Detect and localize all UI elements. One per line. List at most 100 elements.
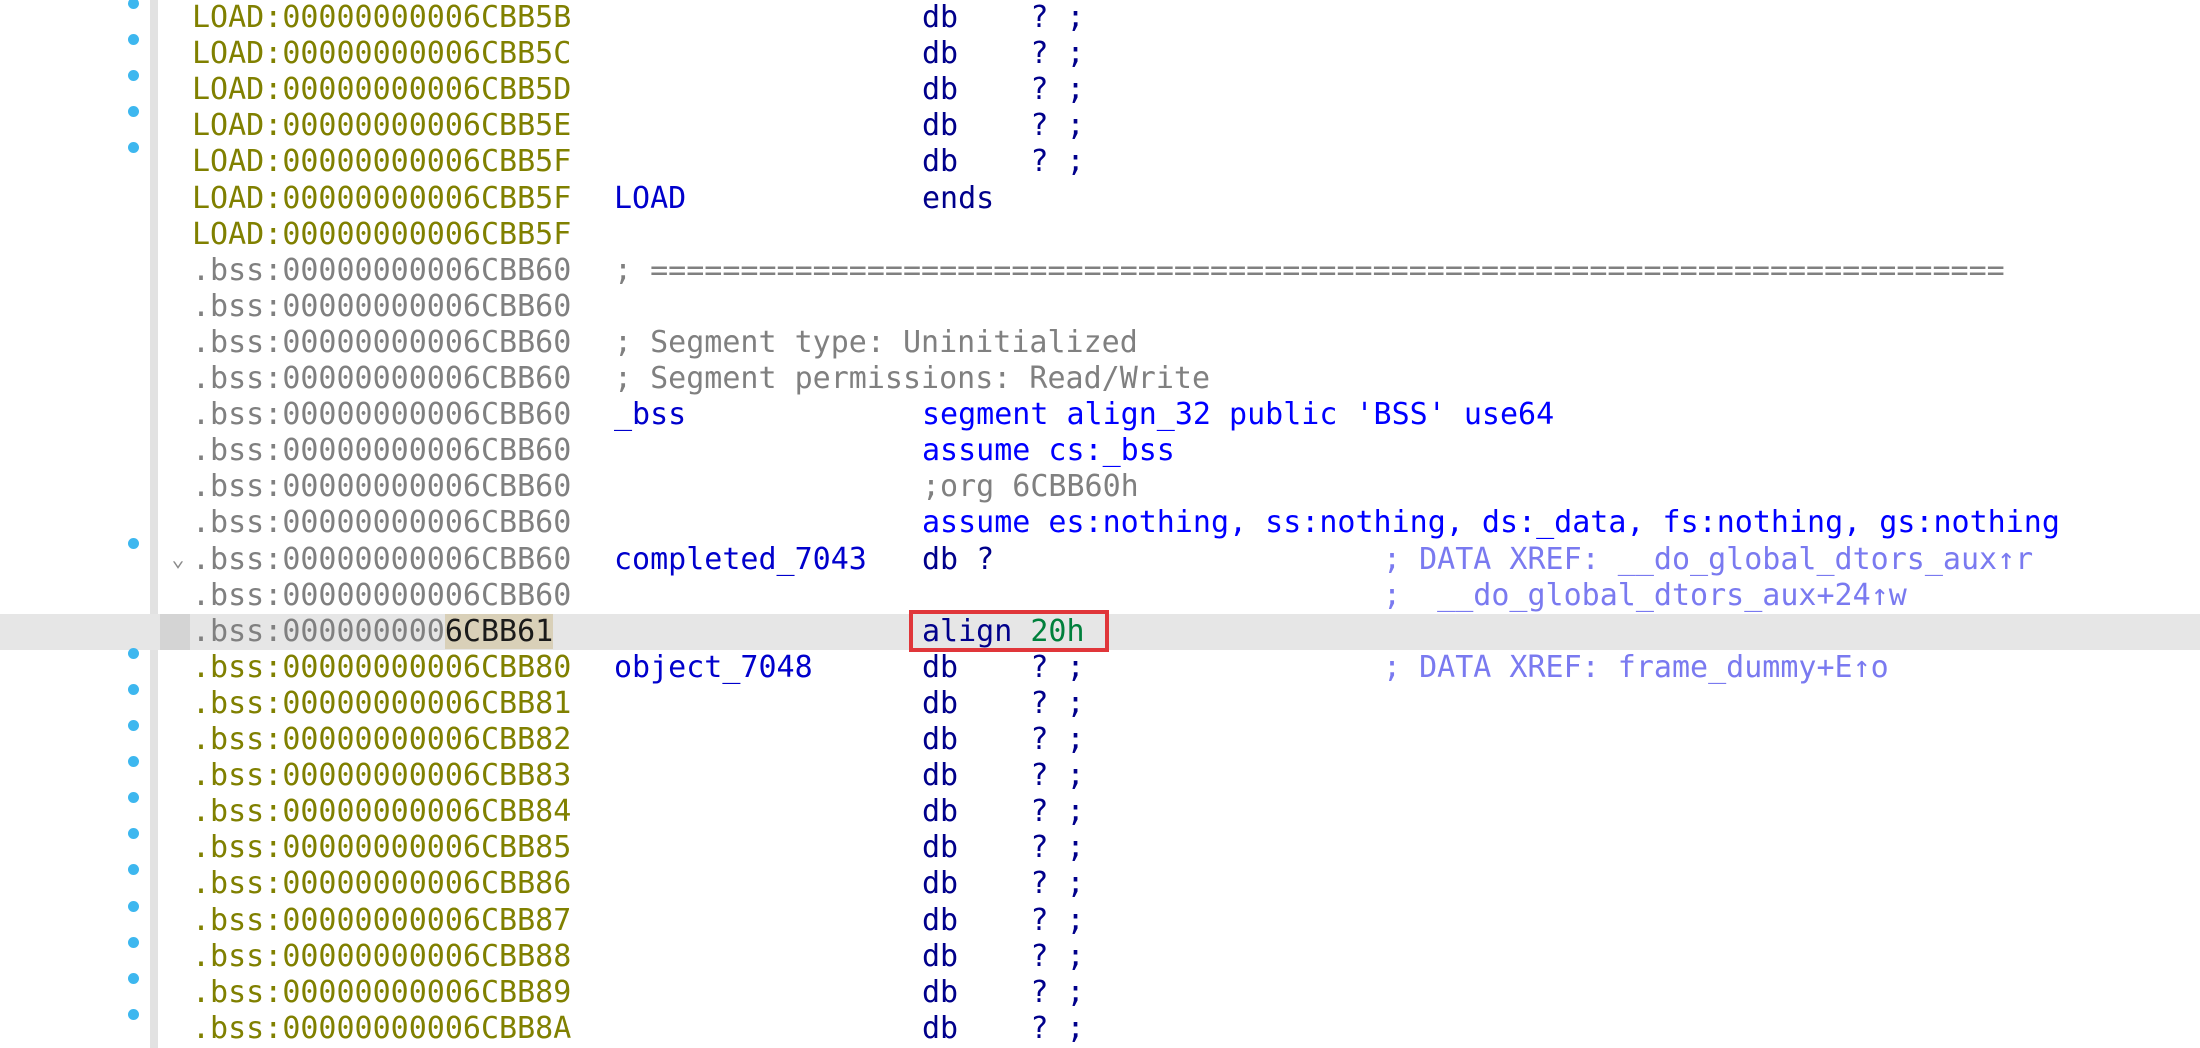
listing-row[interactable]: .bss:00000000006CBB60 ; Segment type: Uni… bbox=[0, 325, 2200, 361]
address-value: 00000000006CBB83 bbox=[282, 758, 572, 794]
instruction[interactable]: db ? ; bbox=[922, 1011, 1085, 1047]
segment-prefix: .bss: bbox=[192, 902, 283, 938]
segment-prefix: .bss: bbox=[192, 541, 283, 577]
listing-row[interactable]: .bss:00000000006CBB87 db ? ; bbox=[0, 900, 2200, 939]
listing-row[interactable]: .bss:00000000006CBB60 ; =================… bbox=[0, 253, 2200, 289]
breakpoint-dot-icon[interactable] bbox=[128, 936, 139, 948]
segment-prefix: LOAD: bbox=[192, 180, 283, 216]
breakpoint-dot-icon[interactable] bbox=[128, 647, 139, 659]
instruction[interactable]: db ? ; bbox=[922, 975, 1085, 1011]
listing-row[interactable]: .bss:00000000006CBB60 ; Segment permissio… bbox=[0, 361, 2200, 397]
listing-row[interactable]: LOAD:00000000006CBB5F LOAD ends bbox=[0, 181, 2200, 217]
instruction[interactable]: align 20h bbox=[922, 614, 1085, 650]
breakpoint-dot-icon[interactable] bbox=[128, 900, 139, 912]
breakpoint-dot-icon[interactable] bbox=[128, 34, 139, 46]
listing-row[interactable]: LOAD:00000000006CBB5E db ? ; bbox=[0, 106, 2200, 144]
listing-row[interactable]: .bss:00000000006CBB60 ;org 6CBB60h bbox=[0, 469, 2200, 505]
instruction[interactable]: db ? ; bbox=[922, 758, 1085, 794]
instruction[interactable]: db ? ; bbox=[922, 686, 1085, 722]
listing-row[interactable]: .bss:00000000006CBB83 db ? ; bbox=[0, 756, 2200, 794]
listing-row[interactable]: .bss:00000000006CBB8A db ? ; bbox=[0, 1008, 2200, 1047]
breakpoint-dot-icon[interactable] bbox=[128, 70, 139, 82]
label-name[interactable]: LOAD bbox=[614, 181, 686, 217]
breakpoint-dot-icon[interactable] bbox=[128, 106, 139, 118]
breakpoint-dot-icon[interactable] bbox=[128, 0, 139, 9]
instruction[interactable]: db ? ; bbox=[922, 722, 1085, 758]
operand-suffix: ; bbox=[1066, 108, 1085, 144]
listing-row[interactable]: LOAD:00000000006CBB5F bbox=[0, 217, 2200, 253]
address-highlighted[interactable]: 6CBB61 bbox=[444, 613, 554, 649]
label-name[interactable]: completed_7043 bbox=[614, 542, 867, 578]
listing-row[interactable]: LOAD:00000000006CBB5F db ? ; bbox=[0, 142, 2200, 180]
address: LOAD:00000000006CBB5B bbox=[192, 0, 571, 36]
operand-suffix: ; bbox=[1066, 1010, 1085, 1046]
xref-comment[interactable]: ; __do_global_dtors_aux+24↑w bbox=[1383, 578, 1907, 614]
listing-row[interactable]: .bss:00000000006CBB82 db ? ; bbox=[0, 720, 2200, 758]
instruction[interactable]: ;org 6CBB60h bbox=[922, 469, 1139, 505]
instruction[interactable]: segment align_32 public 'BSS' use64 bbox=[922, 397, 1554, 433]
listing-row[interactable]: .bss:00000000006CBB60 assume cs:_bss bbox=[0, 433, 2200, 469]
instruction[interactable]: db ? ; bbox=[922, 0, 1085, 36]
address-value: 00000000006CBB60 bbox=[282, 577, 572, 613]
listing-row[interactable]: LOAD:00000000006CBB5B db ? ; bbox=[0, 0, 2200, 36]
chevron-down-icon[interactable]: ⌄ bbox=[166, 542, 190, 578]
instruction[interactable]: db ? ; bbox=[922, 72, 1085, 108]
breakpoint-dot-icon[interactable] bbox=[128, 537, 139, 549]
address-value: 00000000006CBB5D bbox=[282, 72, 572, 108]
breakpoint-dot-icon[interactable] bbox=[128, 792, 139, 804]
operand-suffix: ; bbox=[1066, 938, 1085, 974]
segment-prefix: .bss: bbox=[192, 577, 283, 613]
xref-comment[interactable]: ; DATA XREF: frame_dummy+E↑o bbox=[1383, 650, 1889, 686]
listing-row[interactable]: .bss:00000000006CBB86 db ? ; bbox=[0, 864, 2200, 902]
instruction[interactable]: db ? ; bbox=[922, 36, 1085, 72]
listing-row[interactable]: .bss:00000000006CBB80 object_7048 db ? ; ; … bbox=[0, 647, 2200, 686]
xref-comment[interactable]: ; DATA XREF: __do_global_dtors_aux↑r bbox=[1383, 542, 2033, 578]
listing-row[interactable]: .bss:00000000006CBB60 assume es:nothing, … bbox=[0, 505, 2200, 541]
listing-row[interactable]: LOAD:00000000006CBB5D db ? ; bbox=[0, 70, 2200, 108]
listing-row[interactable]: LOAD:00000000006CBB5C db ? ; bbox=[0, 34, 2200, 72]
label-name[interactable]: _bss bbox=[614, 397, 686, 433]
instruction[interactable]: db ? ; bbox=[922, 794, 1085, 830]
listing-row[interactable]: ⌄ .bss:00000000006CBB60 completed_7043 db ?… bbox=[0, 537, 2200, 578]
instruction[interactable]: db ? ; bbox=[922, 650, 1085, 686]
instruction[interactable]: ends bbox=[922, 181, 994, 217]
disassembly-listing[interactable]: LOAD:00000000006CBB5B db ? ; LOAD:00000000… bbox=[0, 0, 2200, 1048]
instruction[interactable]: db ? ; bbox=[922, 830, 1085, 866]
listing-row[interactable]: .bss:00000000006CBB84 db ? ; bbox=[0, 792, 2200, 830]
listing-row[interactable]: .bss:00000000006CBB60 ; __do_global_dtors… bbox=[0, 578, 2200, 614]
breakpoint-dot-icon[interactable] bbox=[128, 1008, 139, 1020]
address: .bss:00000000006CBB60 bbox=[192, 325, 571, 361]
instruction[interactable]: assume es:nothing, ss:nothing, ds:_data,… bbox=[922, 505, 2060, 541]
address-value: 00000000006CBB84 bbox=[282, 794, 572, 830]
instruction[interactable]: db ? bbox=[922, 542, 994, 578]
mnemonic: db bbox=[922, 830, 959, 866]
mnemonic: db bbox=[922, 108, 959, 144]
breakpoint-dot-icon[interactable] bbox=[128, 864, 139, 876]
listing-row[interactable]: .bss:00000000006CBB60 _bss segment align_3… bbox=[0, 397, 2200, 433]
listing-row[interactable]: .bss:00000000006CBB81 db ? ; bbox=[0, 683, 2200, 722]
instruction[interactable]: db ? ; bbox=[922, 108, 1085, 144]
address-plain: 000000000 bbox=[282, 613, 445, 649]
listing-row[interactable]: .bss:00000000006CBB89 db ? ; bbox=[0, 972, 2200, 1011]
operand: ? bbox=[1030, 36, 1049, 72]
instruction[interactable]: db ? ; bbox=[922, 144, 1085, 180]
breakpoint-dot-icon[interactable] bbox=[128, 142, 139, 154]
instruction[interactable]: db ? ; bbox=[922, 939, 1085, 975]
breakpoint-dot-icon[interactable] bbox=[128, 683, 139, 695]
listing-row[interactable]: .bss:0000000006CBB61 align 20h bbox=[0, 613, 2200, 650]
listing-row[interactable]: .bss:00000000006CBB85 db ? ; bbox=[0, 828, 2200, 866]
address-value: 00000000006CBB85 bbox=[282, 830, 572, 866]
mnemonic: db ? bbox=[922, 541, 995, 577]
label-name[interactable]: object_7048 bbox=[614, 650, 813, 686]
breakpoint-dot-icon[interactable] bbox=[128, 720, 139, 731]
breakpoint-dot-icon[interactable] bbox=[128, 756, 139, 768]
segment-prefix: LOAD: bbox=[192, 36, 283, 72]
instruction[interactable]: db ? ; bbox=[922, 866, 1085, 902]
operand: ? bbox=[1030, 974, 1049, 1010]
breakpoint-dot-icon[interactable] bbox=[128, 972, 139, 984]
listing-row[interactable]: .bss:00000000006CBB88 db ? ; bbox=[0, 936, 2200, 975]
listing-row[interactable]: .bss:00000000006CBB60 bbox=[0, 289, 2200, 325]
instruction[interactable]: assume cs:_bss bbox=[922, 433, 1175, 469]
instruction[interactable]: db ? ; bbox=[922, 903, 1085, 939]
breakpoint-dot-icon[interactable] bbox=[128, 828, 139, 840]
